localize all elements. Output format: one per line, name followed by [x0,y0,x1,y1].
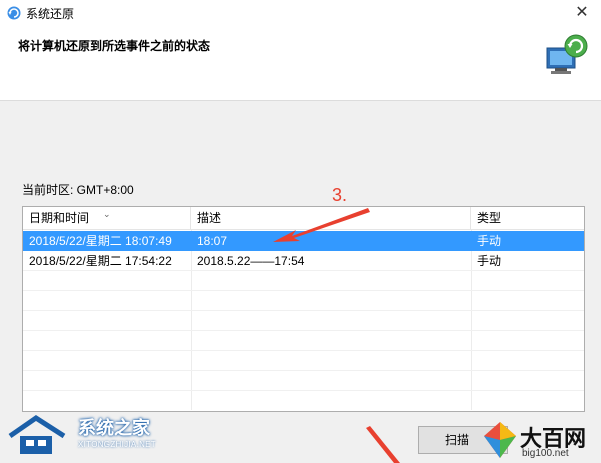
close-button[interactable]: ✕ [567,0,597,26]
system-restore-icon [7,6,21,20]
column-header-datetime[interactable]: 日期和时间 ⌄ [23,207,191,229]
timezone-label: 当前时区: GMT+8:00 [22,183,134,197]
window-title: 系统还原 [26,7,75,21]
row-type: 手动 [477,254,502,268]
house-logo-icon [8,414,66,454]
column-header-label: 类型 [477,211,502,225]
colorful-logo-icon [484,422,516,458]
row-description: 18:07 [197,234,228,248]
page-heading: 将计算机还原到所选事件之前的状态 [18,39,211,53]
column-header-label: 日期和时间 [29,211,90,225]
column-header-label: 描述 [197,211,222,225]
row-type: 手动 [477,234,502,248]
watermark-left-subtitle: XITONGZHIJIA.NET [78,440,156,449]
row-description: 2018.5.22——17:54 [197,254,305,268]
watermark-logo-left: 系统之家 XITONGZHIJIA.NET [2,410,172,460]
row-datetime: 2018/5/22/星期二 17:54:22 [29,254,172,268]
table-row[interactable]: 2018/5/22/星期二 17:54:22 2018.5.22——17:54 … [23,251,584,271]
watermark-left-title: 系统之家 [78,418,150,438]
table-header: 日期和时间 ⌄ 描述 类型 [23,207,584,230]
restore-points-table[interactable]: 日期和时间 ⌄ 描述 类型 2018/5/22/星期二 18:07:49 18:… [22,206,585,412]
column-header-type[interactable]: 类型 [471,207,584,229]
watermark-logo-right: 大百网 big100.net [482,418,600,463]
row-datetime: 2018/5/22/星期二 18:07:49 [29,234,172,248]
step-annotation-label: 3. [332,185,348,205]
watermark-right-subtitle: big100.net [522,448,569,459]
wizard-header: 将计算机还原到所选事件之前的状态 [0,26,601,101]
computer-restore-icon [546,34,588,74]
title-bar: 系统还原 ✕ [0,0,601,26]
column-header-description[interactable]: 描述 [191,207,471,229]
table-row[interactable]: 2018/5/22/星期二 18:07:49 18:07 手动 [23,231,584,251]
sort-chevron-icon: ⌄ [103,209,111,219]
